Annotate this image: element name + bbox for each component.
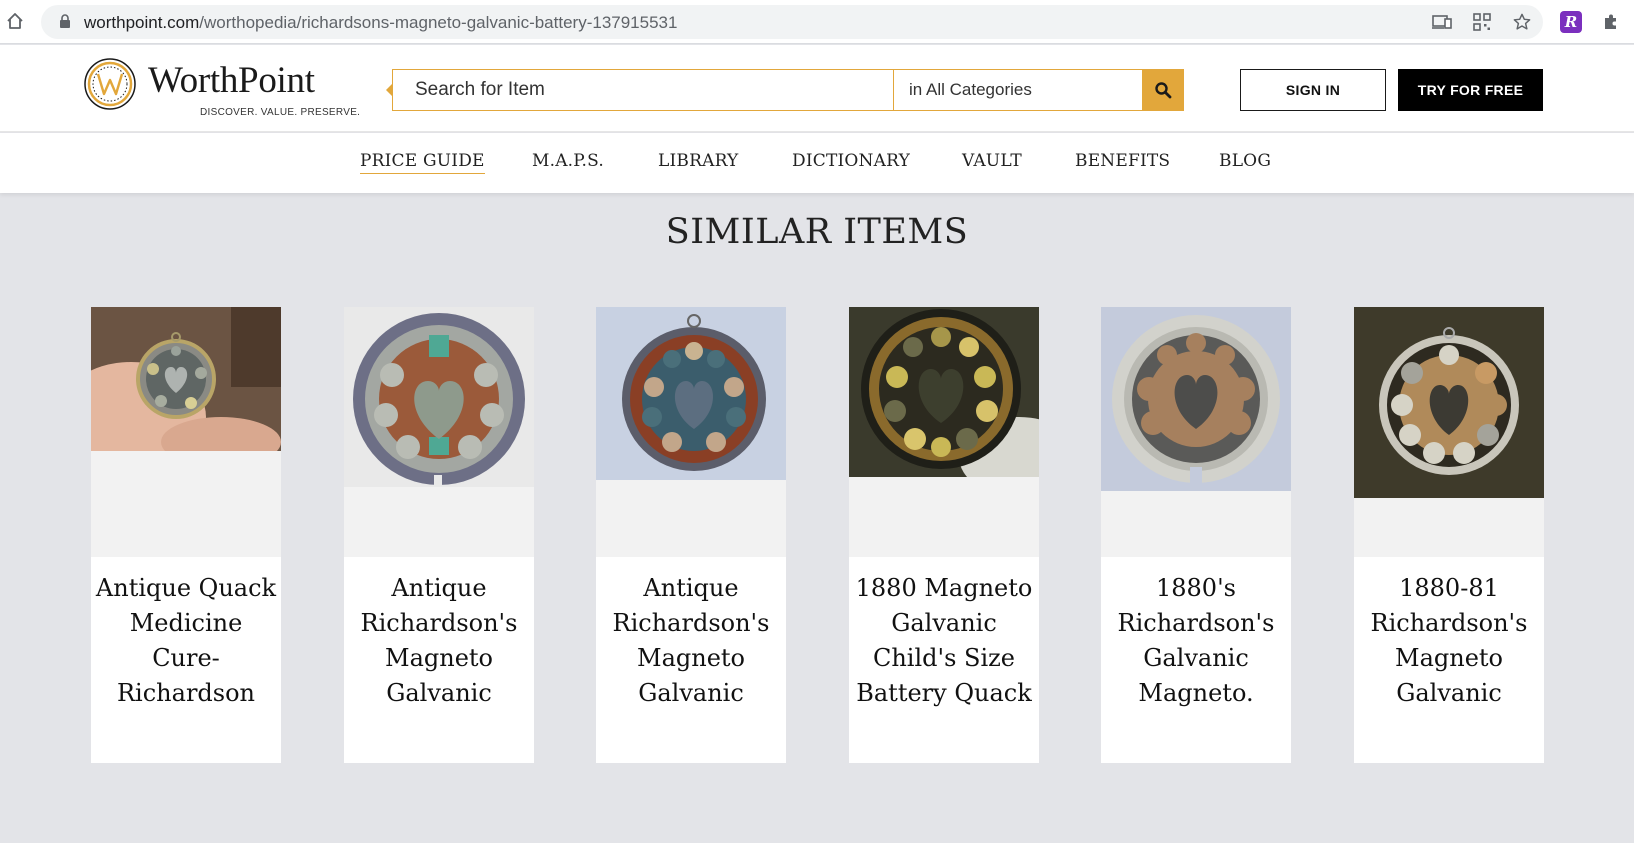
worthpoint-logo-icon[interactable] bbox=[83, 57, 137, 111]
item-image[interactable] bbox=[1354, 307, 1544, 557]
url-text[interactable]: worthpoint.com/worthopedia/richardsons-m… bbox=[84, 13, 677, 33]
nav-item-blog[interactable]: BLOG bbox=[1219, 151, 1271, 171]
item-image[interactable] bbox=[849, 307, 1039, 557]
item-title[interactable]: Antique Quack Medicine Cure-Richardson bbox=[91, 571, 281, 711]
nav-item-library[interactable]: LIBRARY bbox=[658, 151, 738, 171]
url-path: /worthopedia/richardsons-magneto-galvani… bbox=[199, 13, 678, 32]
nav-item-dictionary[interactable]: DICTIONARY bbox=[792, 151, 910, 171]
address-bar[interactable]: worthpoint.com/worthopedia/richardsons-m… bbox=[41, 5, 1543, 39]
item-image[interactable] bbox=[1101, 307, 1291, 557]
item-card[interactable]: Antique Richardson's Magneto Galvanic bbox=[344, 307, 534, 763]
extension-r-icon[interactable]: R bbox=[1560, 11, 1582, 33]
main-nav: PRICE GUIDE M.A.P.S. LIBRARY DICTIONARY … bbox=[0, 133, 1634, 193]
item-title[interactable]: 1880-81 Richardson's Magneto Galvanic bbox=[1354, 571, 1544, 711]
cast-icon[interactable] bbox=[1431, 12, 1453, 32]
item-title[interactable]: 1880 Magneto Galvanic Child's Size Batte… bbox=[849, 571, 1039, 711]
section-title: SIMILAR ITEMS bbox=[665, 212, 969, 252]
search-input[interactable] bbox=[393, 70, 893, 110]
item-image[interactable] bbox=[344, 307, 534, 557]
search-button[interactable] bbox=[1142, 70, 1183, 110]
site-header: WorthPoint DISCOVER. VALUE. PRESERVE. in… bbox=[0, 45, 1634, 132]
puzzle-icon[interactable] bbox=[1600, 11, 1622, 33]
item-image[interactable] bbox=[91, 307, 281, 557]
logo-tagline: DISCOVER. VALUE. PRESERVE. bbox=[200, 107, 361, 118]
item-card[interactable]: Antique Quack Medicine Cure-Richardson bbox=[91, 307, 281, 763]
try-for-free-button[interactable]: TRY FOR FREE bbox=[1398, 69, 1543, 111]
item-card[interactable]: 1880-81 Richardson's Magneto Galvanic bbox=[1354, 307, 1544, 763]
lock-icon[interactable] bbox=[59, 14, 73, 30]
search-icon bbox=[1154, 82, 1171, 99]
nav-item-maps[interactable]: M.A.P.S. bbox=[532, 151, 604, 171]
qr-code-icon[interactable] bbox=[1471, 12, 1493, 32]
logo-wordmark[interactable]: WorthPoint bbox=[148, 59, 315, 102]
star-icon[interactable] bbox=[1511, 12, 1533, 32]
item-card[interactable]: Antique Richardson's Magneto Galvanic bbox=[596, 307, 786, 763]
sign-in-button[interactable]: SIGN IN bbox=[1240, 69, 1386, 111]
home-icon[interactable] bbox=[4, 10, 26, 32]
item-title[interactable]: Antique Richardson's Magneto Galvanic bbox=[596, 571, 786, 711]
item-title[interactable]: Antique Richardson's Magneto Galvanic bbox=[344, 571, 534, 711]
item-card[interactable]: 1880 Magneto Galvanic Child's Size Batte… bbox=[849, 307, 1039, 763]
category-select[interactable]: in All Categories bbox=[893, 70, 1142, 110]
nav-item-benefits[interactable]: BENEFITS bbox=[1075, 151, 1170, 171]
search-bar: in All Categories bbox=[392, 69, 1184, 111]
url-host: worthpoint.com bbox=[84, 13, 200, 32]
item-title[interactable]: 1880's Richardson's Galvanic Magneto. bbox=[1101, 571, 1291, 711]
item-image[interactable] bbox=[596, 307, 786, 557]
item-card[interactable]: 1880's Richardson's Galvanic Magneto. bbox=[1101, 307, 1291, 763]
nav-item-price-guide[interactable]: PRICE GUIDE bbox=[360, 151, 485, 174]
browser-toolbar: worthpoint.com/worthopedia/richardsons-m… bbox=[0, 0, 1634, 44]
nav-item-vault[interactable]: VAULT bbox=[962, 151, 1022, 171]
